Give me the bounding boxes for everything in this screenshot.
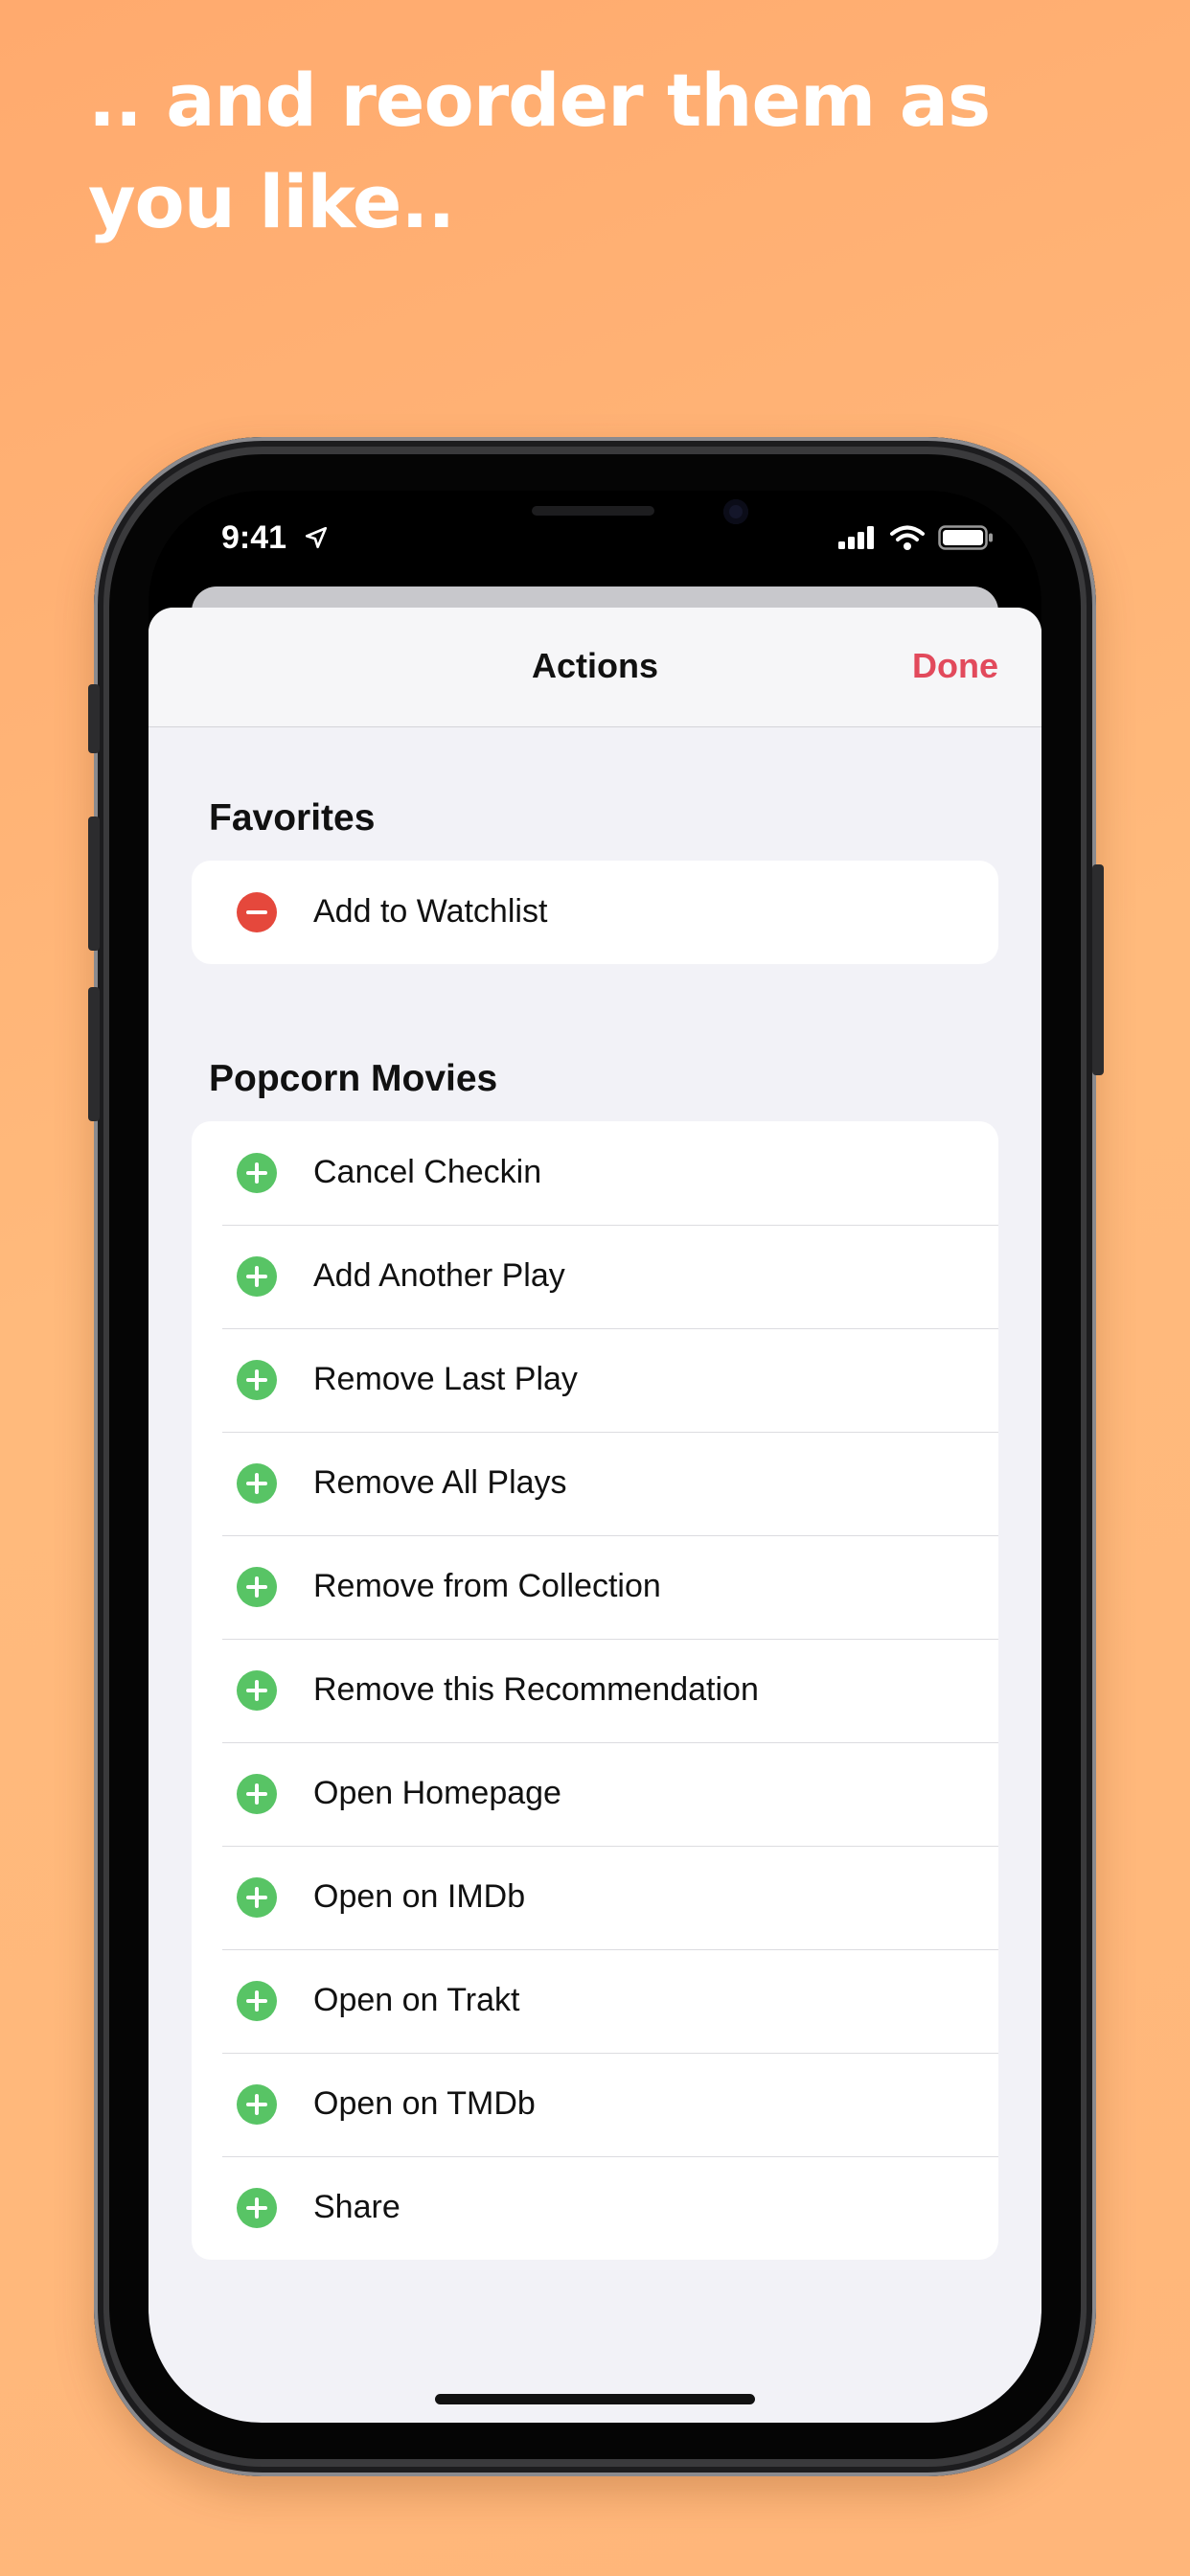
done-button[interactable]: Done <box>912 646 998 686</box>
add-circle-icon[interactable] <box>237 1877 277 1918</box>
list-item-label: Open Homepage <box>313 1775 561 1811</box>
list-item-label: Remove All Plays <box>313 1464 567 1501</box>
add-circle-icon[interactable] <box>237 1360 277 1400</box>
list-item-label: Share <box>313 2189 400 2225</box>
list-item[interactable]: Open on Trakt <box>192 1949 998 2053</box>
list-item-label: Open on TMDb <box>313 2085 536 2122</box>
list-item-label: Remove this Recommendation <box>313 1671 759 1708</box>
list-item-label: Open on IMDb <box>313 1878 526 1915</box>
nav-title: Actions <box>531 646 658 685</box>
nav-bar: Actions Done <box>149 608 1041 727</box>
favorites-list: Add to Watchlist <box>192 861 998 964</box>
home-indicator[interactable] <box>435 2394 755 2404</box>
phone-screen: 9:41 Actions Done Favorites Add to Watch… <box>149 491 1041 2423</box>
list-item-label: Open on Trakt <box>313 1982 520 2018</box>
mute-switch <box>88 684 100 753</box>
add-circle-icon[interactable] <box>237 1670 277 1711</box>
cellular-signal-icon <box>838 526 874 549</box>
wifi-icon <box>890 525 925 550</box>
volume-down-button <box>88 987 100 1121</box>
list-item[interactable]: Remove Last Play <box>192 1328 998 1432</box>
list-item[interactable]: Cancel Checkin <box>192 1121 998 1225</box>
speaker-grille <box>532 506 654 516</box>
list-item[interactable]: Add to Watchlist <box>192 861 998 964</box>
list-item[interactable]: Open on IMDb <box>192 1846 998 1949</box>
list-item[interactable]: Remove this Recommendation <box>192 1639 998 1742</box>
status-icons <box>838 525 994 550</box>
location-arrow-icon <box>305 526 328 549</box>
add-circle-icon[interactable] <box>237 1567 277 1607</box>
list-item[interactable]: Open Homepage <box>192 1742 998 1846</box>
section-header-favorites: Favorites <box>209 797 376 839</box>
add-circle-icon[interactable] <box>237 1463 277 1504</box>
status-time: 9:41 <box>221 519 287 556</box>
list-item-label: Remove from Collection <box>313 1568 661 1604</box>
add-circle-icon[interactable] <box>237 1774 277 1814</box>
list-item[interactable]: Remove from Collection <box>192 1535 998 1639</box>
side-button <box>1092 864 1104 1075</box>
list-item[interactable]: Remove All Plays <box>192 1432 998 1535</box>
list-item[interactable]: Share <box>192 2156 998 2260</box>
notch <box>369 491 821 554</box>
remove-circle-icon[interactable] <box>237 892 277 932</box>
volume-up-button <box>88 816 100 951</box>
list-item-label: Remove Last Play <box>313 1361 578 1397</box>
section-header-popcorn-movies: Popcorn Movies <box>209 1058 498 1099</box>
list-item-label: Add Another Play <box>313 1257 565 1294</box>
add-circle-icon[interactable] <box>237 2084 277 2125</box>
front-camera <box>723 499 748 524</box>
popcorn-movies-list: Cancel Checkin Add Another Play Remove L… <box>192 1121 998 2260</box>
list-item-label: Add to Watchlist <box>313 893 548 930</box>
list-item[interactable]: Add Another Play <box>192 1225 998 1328</box>
battery-icon <box>938 525 993 550</box>
add-circle-icon[interactable] <box>237 1153 277 1193</box>
headline: .. and reorder them as you like.. <box>88 58 991 244</box>
add-circle-icon[interactable] <box>237 2188 277 2228</box>
add-circle-icon[interactable] <box>237 1981 277 2021</box>
list-item[interactable]: Open on TMDb <box>192 2053 998 2156</box>
actions-sheet: Actions Done Favorites Add to Watchlist … <box>149 608 1041 2423</box>
add-circle-icon[interactable] <box>237 1256 277 1297</box>
list-item-label: Cancel Checkin <box>313 1154 542 1190</box>
